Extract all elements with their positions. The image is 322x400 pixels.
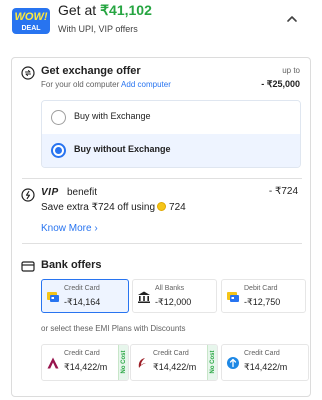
- vip-extra-label: Save extra ₹724 off using: [41, 202, 156, 213]
- vip-amount: - ₹724: [268, 186, 298, 197]
- wow-deal-logo: WOW! DEAL: [12, 8, 50, 34]
- emi-plan-value: ₹14,422/m: [153, 362, 197, 372]
- axis-bank-icon: [47, 357, 59, 369]
- bank-logo-icon: [227, 357, 239, 369]
- bank-offer-label: All Banks: [155, 285, 185, 292]
- rupee-circle-icon: [21, 188, 35, 202]
- offer-price: ₹41,102: [100, 2, 152, 18]
- wow-badge-bottom: DEAL: [21, 25, 41, 32]
- bank-icon: [138, 291, 150, 303]
- emi-plan-label: Credit Card: [244, 350, 280, 357]
- buy-with-exchange-option[interactable]: Buy with Exchange: [42, 101, 300, 135]
- bank-offer-value: -₹12,000: [155, 297, 192, 307]
- bank-offer-value: -₹12,750: [244, 297, 281, 307]
- emi-plan-other[interactable]: Credit Card ₹14,422/m: [221, 344, 309, 381]
- coin-icon: [157, 202, 167, 211]
- get-at-label: Get at: [58, 2, 97, 18]
- radio-selected[interactable]: [51, 143, 66, 158]
- bank-offer-value: -₹14,164: [64, 297, 101, 307]
- radio-unselected[interactable]: [51, 110, 66, 125]
- chevron-up-icon[interactable]: [283, 10, 301, 28]
- know-more-link[interactable]: Know More ›: [41, 223, 98, 234]
- emi-plan-label: Credit Card: [153, 350, 189, 357]
- add-computer-link[interactable]: Add computer: [121, 80, 171, 89]
- no-cost-badge: No Cost: [118, 345, 128, 380]
- card-icon: [227, 292, 239, 302]
- vip-coins: 724: [169, 202, 186, 213]
- idfc-bank-icon: [138, 358, 146, 368]
- emi-plan-label: Credit Card: [64, 350, 100, 357]
- vip-logo: VIP: [41, 187, 59, 198]
- emi-intro-text: or select these EMI Plans with Discounts: [41, 324, 186, 333]
- bank-offer-credit-card[interactable]: Credit Card -₹14,164: [41, 279, 129, 313]
- no-cost-badge: No Cost: [207, 345, 217, 380]
- divider: [22, 243, 302, 244]
- emi-plan-value: ₹14,422/m: [244, 362, 288, 372]
- option-label: Buy without Exchange: [74, 144, 171, 154]
- offers-card: Get exchange offer For your old computer…: [11, 57, 311, 397]
- exchange-subtitle-text: For your old computer: [41, 80, 120, 89]
- exchange-title: Get exchange offer: [41, 65, 141, 77]
- exchange-upto-value: - ₹25,000: [261, 79, 300, 89]
- offer-header[interactable]: WOW! DEAL Get at ₹41,102 With UPI, VIP of…: [0, 0, 322, 40]
- exchange-subtitle: For your old computer Add computer: [41, 80, 171, 89]
- vip-extra-text: Save extra ₹724 off using 724: [41, 202, 186, 213]
- exchange-upto-label: up to: [282, 66, 300, 75]
- emi-plan-axis[interactable]: Credit Card ₹14,422/m No Cost: [41, 344, 129, 381]
- card-icon: [47, 292, 59, 302]
- wow-badge-top: WOW!: [15, 11, 48, 23]
- no-cost-label: No Cost: [210, 350, 216, 374]
- exchange-icon: [21, 66, 35, 80]
- emi-plan-idfc[interactable]: Credit Card ₹14,422/m No Cost: [130, 344, 218, 381]
- vip-benefit-label: benefit: [67, 187, 98, 198]
- divider: [22, 178, 302, 179]
- offer-subtitle: With UPI, VIP offers: [58, 24, 138, 34]
- get-at-price-line: Get at ₹41,102: [58, 2, 152, 19]
- option-label: Buy with Exchange: [74, 111, 151, 121]
- bank-offer-debit-card[interactable]: Debit Card -₹12,750: [221, 279, 306, 313]
- bank-offer-label: Credit Card: [64, 285, 100, 292]
- exchange-options: Buy with Exchange Buy without Exchange: [41, 100, 301, 168]
- credit-card-icon: [21, 261, 35, 272]
- buy-without-exchange-option[interactable]: Buy without Exchange: [42, 134, 300, 167]
- bank-offer-label: Debit Card: [244, 285, 278, 292]
- emi-plan-value: ₹14,422/m: [64, 362, 108, 372]
- no-cost-label: No Cost: [121, 350, 127, 374]
- bank-offers-title: Bank offers: [41, 259, 102, 271]
- bank-offer-all-banks[interactable]: All Banks -₹12,000: [132, 279, 217, 313]
